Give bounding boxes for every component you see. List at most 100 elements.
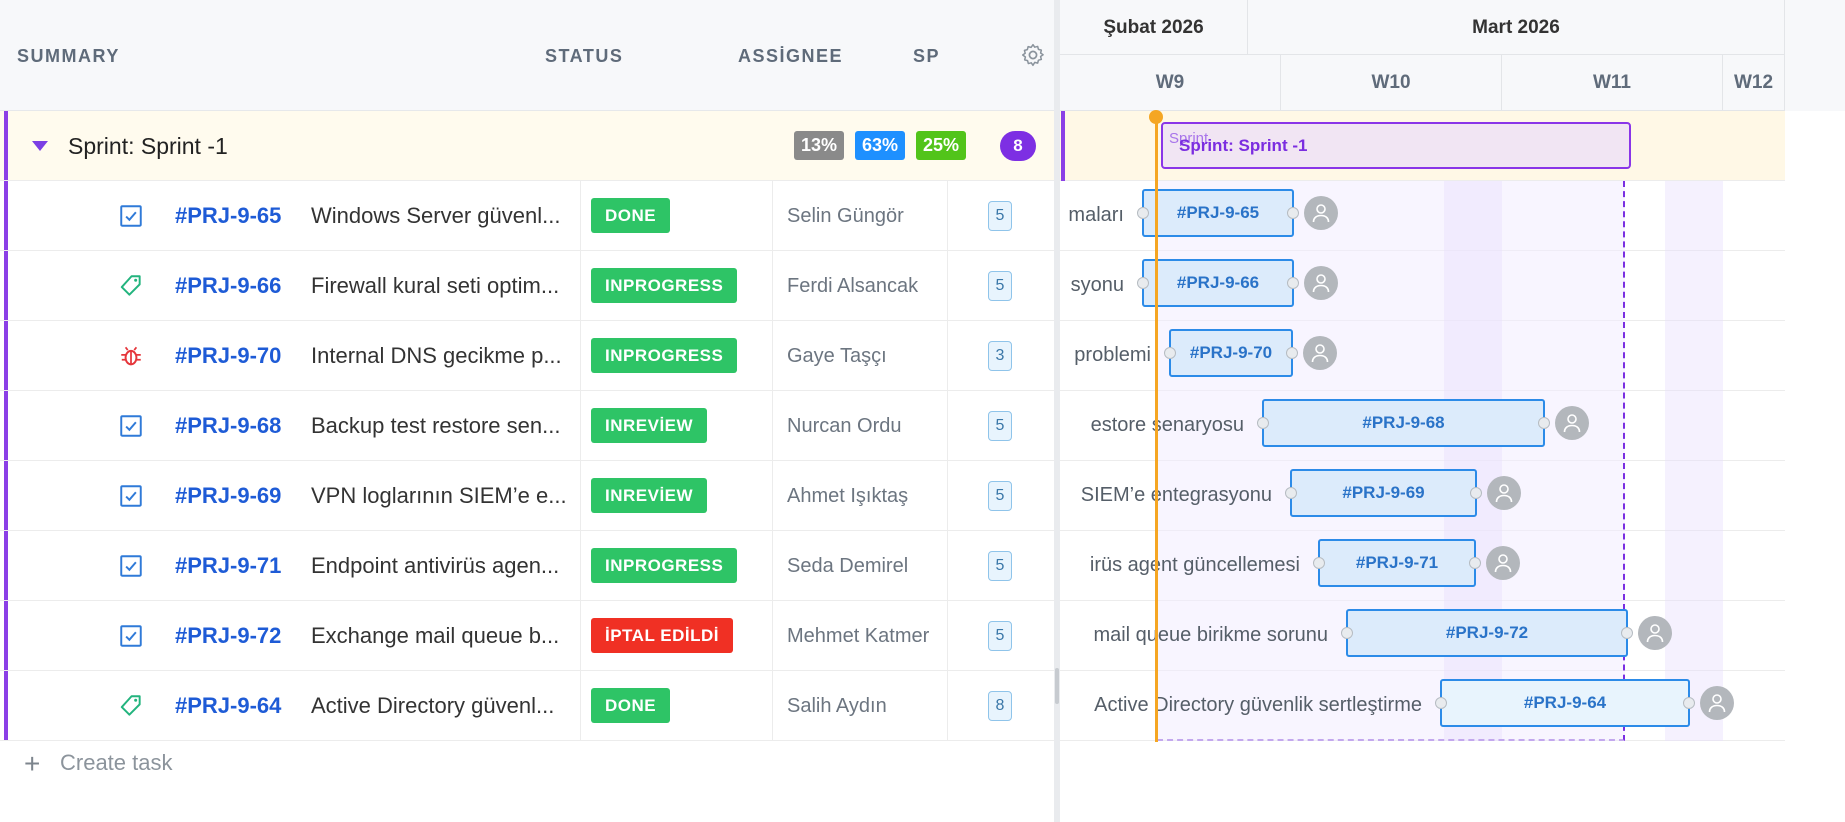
resize-handle-start[interactable] [1435, 697, 1447, 709]
issue-key-link[interactable]: #PRJ-9-68 [175, 413, 281, 439]
column-header-status[interactable]: STATUS [545, 46, 623, 67]
status-badge[interactable]: INPROGRESS [591, 338, 738, 373]
story-points-badge[interactable]: 8 [988, 691, 1012, 721]
issue-summary[interactable]: Backup test restore sen... [311, 413, 560, 439]
table-row[interactable]: #PRJ-9-71 Endpoint antivirüs agen... INPRO… [0, 531, 1054, 601]
assignee-name[interactable]: Selin Güngör [787, 205, 904, 228]
checkbox-task-icon [118, 203, 144, 229]
table-row[interactable]: #PRJ-9-69 VPN loglarının SIEM’e e... INREV… [0, 461, 1054, 531]
assignee-avatar-icon[interactable] [1700, 686, 1734, 720]
issue-key-link[interactable]: #PRJ-9-65 [175, 203, 281, 229]
resize-handle-start[interactable] [1257, 417, 1269, 429]
story-points-badge[interactable]: 3 [988, 341, 1012, 371]
resize-handle-start[interactable] [1341, 627, 1353, 639]
status-badge[interactable]: İPTAL EDİLDİ [591, 618, 733, 653]
issue-summary[interactable]: Endpoint antivirüs agen... [311, 553, 559, 579]
column-divider [772, 181, 773, 250]
table-row[interactable]: #PRJ-9-68 Backup test restore sen... INREV… [0, 391, 1054, 461]
issue-summary[interactable]: Internal DNS gecikme p... [311, 343, 562, 369]
splitter-grip-handle[interactable] [1055, 668, 1059, 704]
create-task-button[interactable]: + Create task [24, 748, 173, 780]
table-row[interactable]: #PRJ-9-65 Windows Server güvenl... DONE Sel… [0, 181, 1054, 251]
assignee-avatar-icon[interactable] [1304, 196, 1338, 230]
resize-handle-start[interactable] [1164, 347, 1176, 359]
resize-handle-end[interactable] [1683, 697, 1695, 709]
resize-handle-end[interactable] [1286, 347, 1298, 359]
task-bar-label: #PRJ-9-65 [1176, 203, 1260, 222]
story-points-badge[interactable]: 5 [988, 201, 1012, 231]
task-gantt-bar[interactable]: #PRJ-9-65 [1137, 189, 1299, 237]
assignee-name[interactable]: Ferdi Alsancak [787, 275, 918, 298]
column-divider [580, 391, 581, 460]
story-points-badge[interactable]: 5 [988, 621, 1012, 651]
column-header-summary[interactable]: SUMMARY [17, 46, 120, 67]
status-badge[interactable]: INPROGRESS [591, 548, 738, 583]
column-divider [580, 321, 581, 390]
issue-key-link[interactable]: #PRJ-9-66 [175, 273, 281, 299]
status-badge[interactable]: DONE [591, 198, 671, 233]
collapse-caret-icon[interactable] [32, 141, 48, 151]
table-row[interactable]: #PRJ-9-66 Firewall kural seti optim... INP… [0, 251, 1054, 321]
story-points-badge[interactable]: 5 [988, 411, 1012, 441]
issue-summary[interactable]: Exchange mail queue b... [311, 623, 559, 649]
assignee-avatar-icon[interactable] [1303, 336, 1337, 370]
column-header-assignee[interactable]: ASSİGNEE [738, 46, 843, 67]
issue-summary[interactable]: Windows Server güvenl... [311, 203, 560, 229]
sprint-gantt-bar[interactable]: Sprint Sprint: Sprint -1 [1161, 122, 1631, 169]
issue-key-link[interactable]: #PRJ-9-71 [175, 553, 281, 579]
resize-handle-end[interactable] [1538, 417, 1550, 429]
assignee-avatar-icon[interactable] [1487, 476, 1521, 510]
status-badge[interactable]: INPROGRESS [591, 268, 738, 303]
sprint-group-row[interactable]: Sprint: Sprint -1 13% 63% 25% [0, 111, 1054, 181]
assignee-avatar-icon[interactable] [1638, 616, 1672, 650]
status-badge[interactable]: DONE [591, 688, 671, 723]
assignee-avatar-icon[interactable] [1555, 406, 1589, 440]
column-divider [772, 601, 773, 670]
assignee-name[interactable]: Salih Aydın [787, 695, 887, 718]
column-divider [947, 531, 948, 600]
table-row[interactable]: #PRJ-9-64 Active Directory güvenl... DONE S… [0, 671, 1054, 741]
assignee-avatar-icon[interactable] [1486, 546, 1520, 580]
resize-handle-start[interactable] [1313, 557, 1325, 569]
story-points-badge[interactable]: 5 [988, 271, 1012, 301]
issue-summary[interactable]: Active Directory güvenl... [311, 693, 554, 719]
table-row[interactable]: #PRJ-9-70 Internal DNS gecikme p... INPROG… [0, 321, 1054, 391]
assignee-avatar-icon[interactable] [1304, 266, 1338, 300]
bar-trailing-summary: mail queue birikme sorunu [1093, 624, 1328, 646]
assignee-name[interactable]: Gaye Taşçı [787, 345, 887, 368]
assignee-name[interactable]: Seda Demirel [787, 555, 908, 578]
resize-handle-end[interactable] [1287, 207, 1299, 219]
task-gantt-bar[interactable]: #PRJ-9-70 [1164, 329, 1298, 377]
issue-key-link[interactable]: #PRJ-9-72 [175, 623, 281, 649]
resize-handle-start[interactable] [1137, 207, 1149, 219]
resize-handle-end[interactable] [1287, 277, 1299, 289]
column-divider [580, 531, 581, 600]
task-gantt-bar[interactable]: #PRJ-9-71 [1313, 539, 1481, 587]
issue-key-link[interactable]: #PRJ-9-70 [175, 343, 281, 369]
assignee-name[interactable]: Nurcan Ordu [787, 415, 902, 438]
table-row[interactable]: #PRJ-9-72 Exchange mail queue b... İPTAL E… [0, 601, 1054, 671]
task-gantt-bar[interactable]: #PRJ-9-72 [1341, 609, 1633, 657]
issue-key-link[interactable]: #PRJ-9-69 [175, 483, 281, 509]
issue-summary[interactable]: Firewall kural seti optim... [311, 273, 559, 299]
story-points-badge[interactable]: 5 [988, 481, 1012, 511]
gear-icon[interactable] [1020, 42, 1046, 68]
resize-handle-end[interactable] [1621, 627, 1633, 639]
assignee-name[interactable]: Ahmet Işıktaş [787, 485, 908, 508]
issue-key-link[interactable]: #PRJ-9-64 [175, 693, 281, 719]
task-gantt-bar[interactable]: #PRJ-9-66 [1137, 259, 1299, 307]
issue-summary[interactable]: VPN loglarının SIEM’e e... [311, 483, 567, 509]
story-points-badge[interactable]: 5 [988, 551, 1012, 581]
task-gantt-bar[interactable]: #PRJ-9-64 [1435, 679, 1695, 727]
resize-handle-end[interactable] [1470, 487, 1482, 499]
resize-handle-start[interactable] [1137, 277, 1149, 289]
status-badge[interactable]: INREVİEW [591, 478, 708, 513]
task-gantt-bar[interactable]: #PRJ-9-68 [1257, 399, 1550, 447]
column-divider [772, 531, 773, 600]
resize-handle-end[interactable] [1469, 557, 1481, 569]
task-gantt-bar[interactable]: #PRJ-9-69 [1285, 469, 1482, 517]
assignee-name[interactable]: Mehmet Katmer [787, 625, 929, 648]
resize-handle-start[interactable] [1285, 487, 1297, 499]
status-badge[interactable]: INREVİEW [591, 408, 708, 443]
column-header-sp[interactable]: SP [913, 46, 940, 67]
